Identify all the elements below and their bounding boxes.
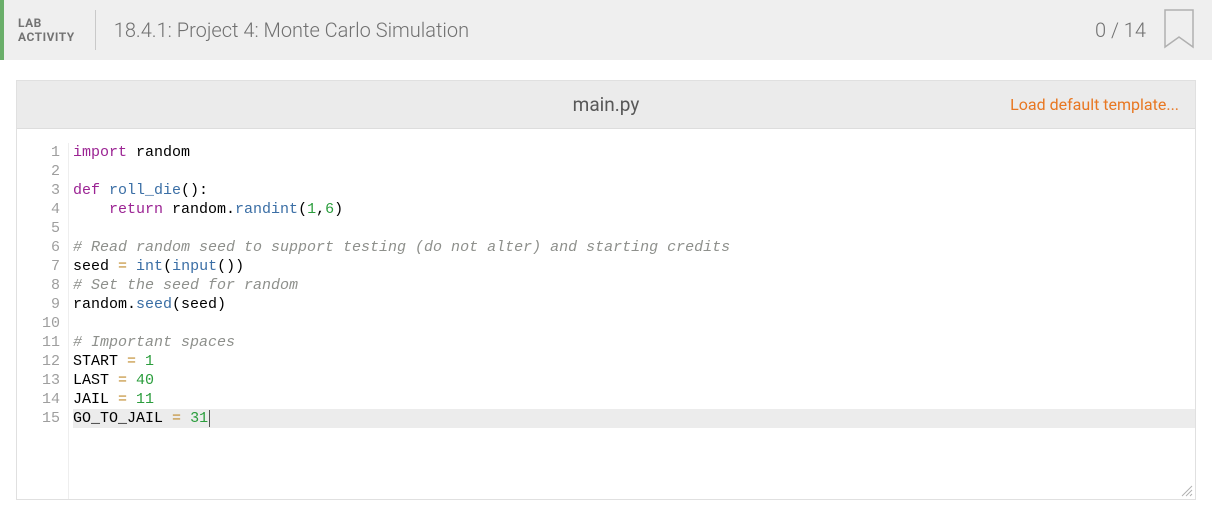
resize-handle-icon[interactable] <box>1179 483 1193 497</box>
line-number: 5 <box>25 219 60 238</box>
activity-title: 18.4.1: Project 4: Monte Carlo Simulatio… <box>96 18 1095 42</box>
line-number-gutter: 123456789101112131415 <box>17 143 69 499</box>
code-line[interactable]: GO_TO_JAIL = 31 <box>73 409 1195 428</box>
code-line[interactable]: import random <box>73 143 1195 162</box>
code-line[interactable]: return random.randint(1,6) <box>73 200 1195 219</box>
line-number: 2 <box>25 162 60 181</box>
score-display: 0 / 14 <box>1095 18 1156 42</box>
code-line[interactable] <box>73 314 1195 333</box>
line-number: 7 <box>25 257 60 276</box>
line-number: 1 <box>25 143 60 162</box>
load-default-template-link[interactable]: Load default template... <box>1010 95 1179 114</box>
code-line[interactable]: seed = int(input()) <box>73 257 1195 276</box>
line-number: 15 <box>25 409 60 428</box>
activity-header: LAB ACTIVITY 18.4.1: Project 4: Monte Ca… <box>0 0 1212 60</box>
line-number: 6 <box>25 238 60 257</box>
lab-label-line1: LAB <box>18 16 75 30</box>
text-cursor <box>209 410 210 427</box>
code-line[interactable]: JAIL = 11 <box>73 390 1195 409</box>
lab-label-line2: ACTIVITY <box>18 30 75 44</box>
code-line[interactable]: # Set the seed for random <box>73 276 1195 295</box>
line-number: 4 <box>25 200 60 219</box>
code-line[interactable] <box>73 219 1195 238</box>
line-number: 3 <box>25 181 60 200</box>
code-line[interactable]: def roll_die(): <box>73 181 1195 200</box>
code-line[interactable] <box>73 162 1195 181</box>
lab-activity-label: LAB ACTIVITY <box>4 16 95 44</box>
line-number: 14 <box>25 390 60 409</box>
code-line[interactable]: START = 1 <box>73 352 1195 371</box>
code-area[interactable]: 123456789101112131415 import randomdef r… <box>17 129 1195 499</box>
line-number: 10 <box>25 314 60 333</box>
line-number: 11 <box>25 333 60 352</box>
line-number: 13 <box>25 371 60 390</box>
code-lines[interactable]: import random def roll_die(): return rand… <box>69 143 1195 499</box>
code-line[interactable]: # Read random seed to support testing (d… <box>73 238 1195 257</box>
bookmark-icon[interactable] <box>1162 9 1196 51</box>
code-line[interactable]: # Important spaces <box>73 333 1195 352</box>
code-line[interactable]: random.seed(seed) <box>73 295 1195 314</box>
code-editor: main.py Load default template... 1234567… <box>16 80 1196 500</box>
line-number: 8 <box>25 276 60 295</box>
line-number: 9 <box>25 295 60 314</box>
editor-tabbar: main.py Load default template... <box>17 81 1195 129</box>
line-number: 12 <box>25 352 60 371</box>
code-line[interactable]: LAST = 40 <box>73 371 1195 390</box>
